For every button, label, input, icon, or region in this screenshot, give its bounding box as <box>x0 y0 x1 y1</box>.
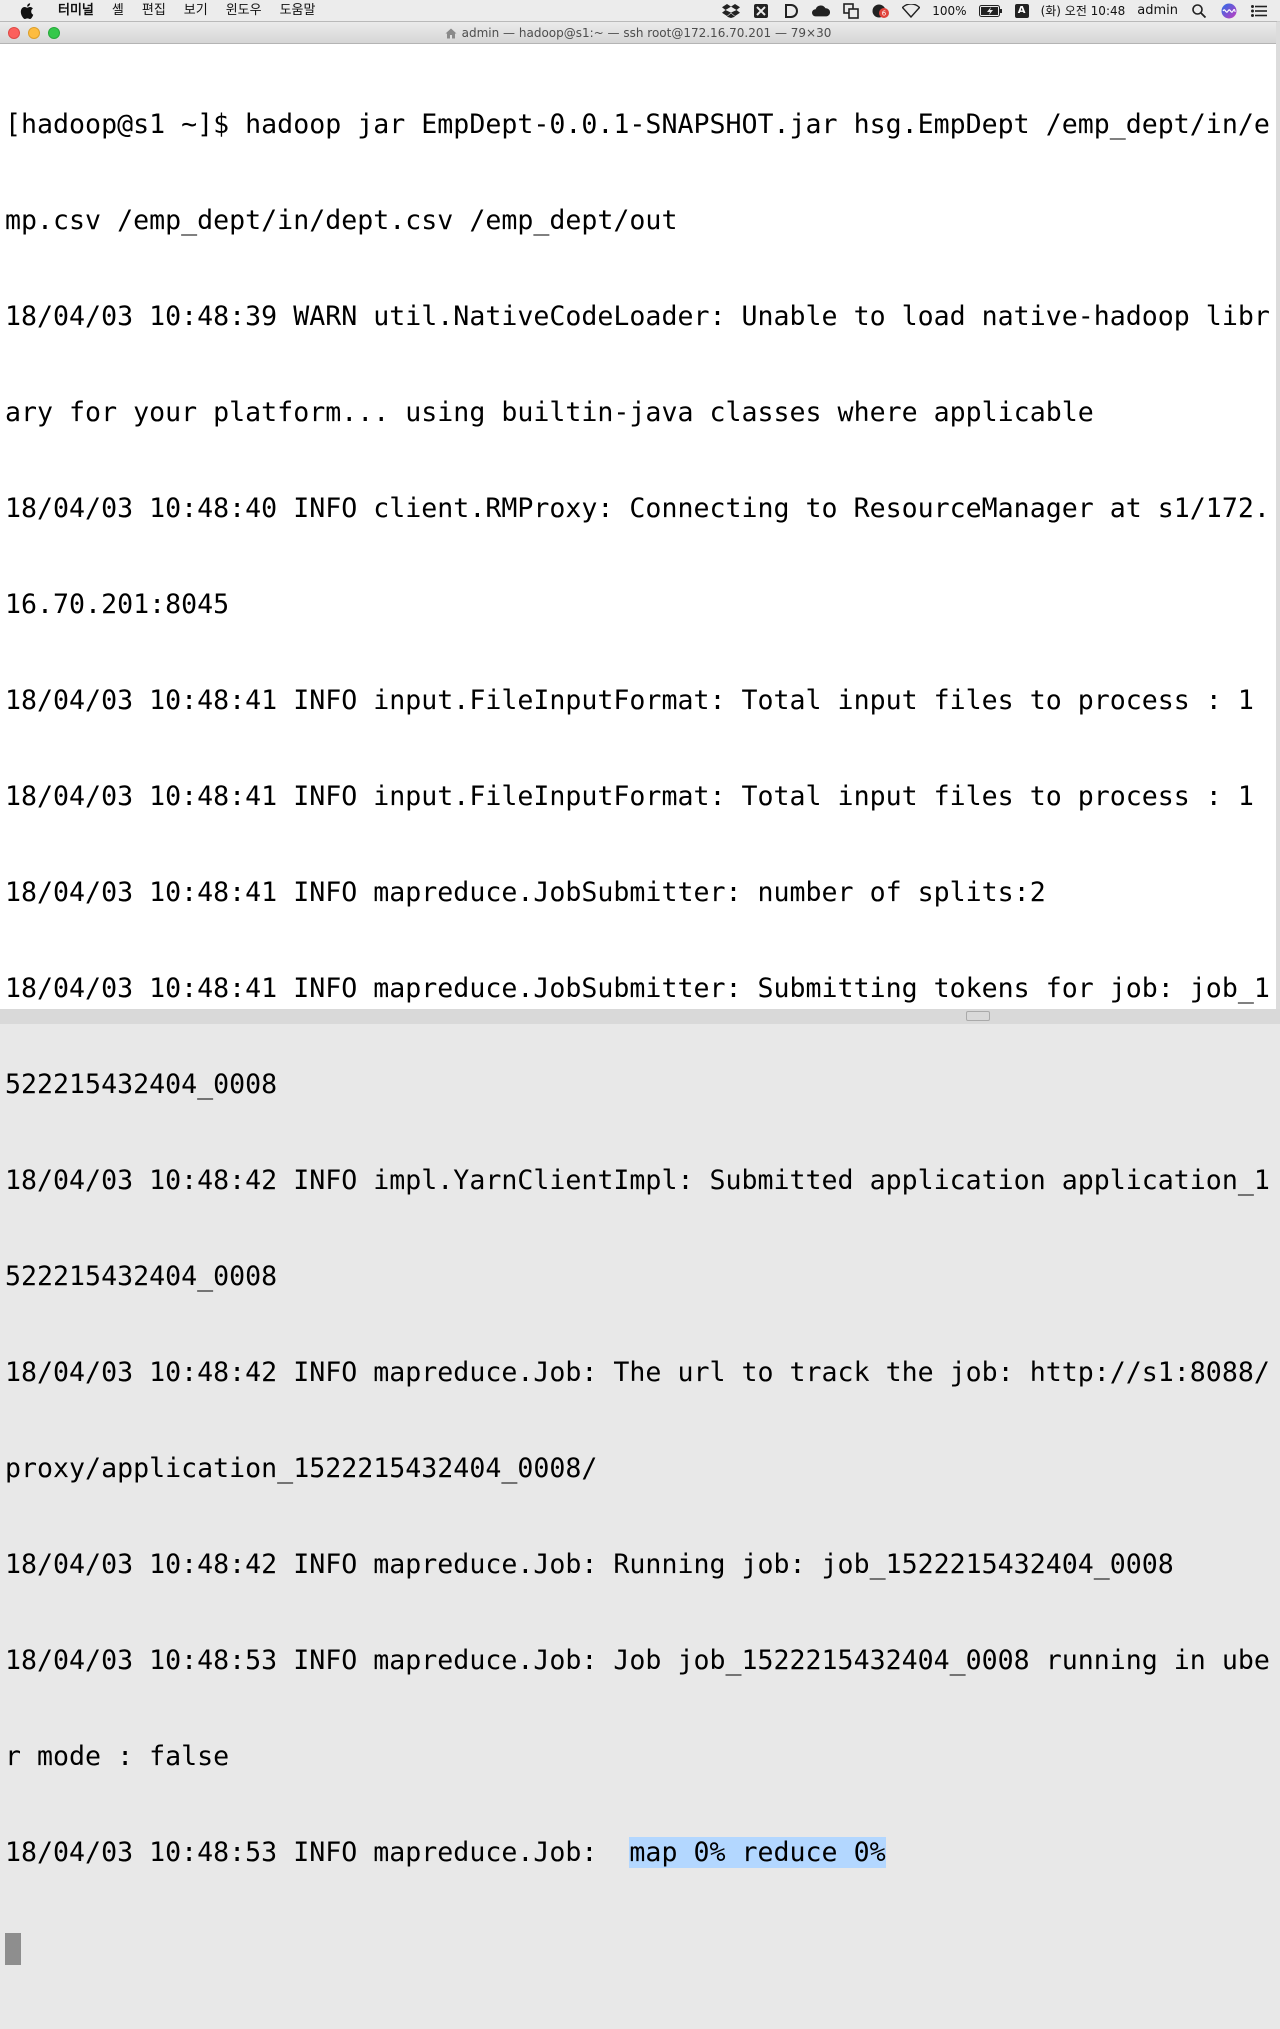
terminal-line: mp.csv /emp_dept/in/dept.csv /emp_dept/o… <box>5 205 678 236</box>
home-folder-icon <box>445 28 457 39</box>
battery-icon[interactable] <box>978 3 1003 19</box>
menubar-clock[interactable]: (화) 오전 10:48 <box>1041 2 1126 19</box>
terminal-line: 18/04/03 10:48:42 INFO mapreduce.Job: Th… <box>5 1357 1270 1388</box>
terminal-line: 522215432404_0008 <box>5 1261 278 1292</box>
terminal-line: [hadoop@s1 ~]$ hadoop jar EmpDept-0.0.1-… <box>5 109 1270 140</box>
terminal-window: admin — hadoop@s1:~ — ssh root@172.16.70… <box>0 22 1276 1965</box>
terminal-cursor <box>5 1933 21 1965</box>
terminal-line: 18/04/03 10:48:41 INFO mapreduce.JobSubm… <box>5 877 1046 908</box>
grid-icon[interactable] <box>752 3 770 19</box>
dropbox-icon[interactable] <box>722 3 741 19</box>
menu-app-terminal[interactable]: 터미널 <box>50 0 103 22</box>
terminal-line: 18/04/03 10:48:40 INFO client.RMProxy: C… <box>5 493 1270 524</box>
selected-text-highlight[interactable]: map 0% reduce 0% <box>629 1837 886 1868</box>
terminal-line: proxy/application_1522215432404_0008/ <box>5 1453 598 1484</box>
input-source-indicator[interactable]: A <box>1014 3 1029 18</box>
window-title-wrap: admin — hadoop@s1:~ — ssh root@172.16.70… <box>445 22 832 44</box>
minimize-button[interactable] <box>28 27 40 39</box>
terminal-line: 18/04/03 10:48:39 WARN util.NativeCodeLo… <box>5 301 1270 332</box>
menu-shell[interactable]: 셸 <box>103 0 133 22</box>
menu-window[interactable]: 윈도우 <box>217 0 271 22</box>
progress-prefix: 18/04/03 10:48:53 INFO mapreduce.Job: <box>5 1837 630 1868</box>
window-titlebar[interactable]: admin — hadoop@s1:~ — ssh root@172.16.70… <box>0 22 1276 44</box>
desktop-strip <box>0 1009 1280 1024</box>
desktop-item-icon[interactable] <box>966 1011 990 1021</box>
menubar-user[interactable]: admin <box>1137 3 1178 18</box>
terminal-output[interactable]: [hadoop@s1 ~]$ hadoop jar EmpDept-0.0.1-… <box>5 45 1271 2029</box>
svg-text:6: 6 <box>882 9 887 17</box>
spotlight-icon[interactable] <box>1190 3 1208 19</box>
terminal-line-progress: 18/04/03 10:48:53 INFO mapreduce.Job: ma… <box>5 1837 1271 1869</box>
list-icon[interactable] <box>1250 3 1268 19</box>
terminal-line: 18/04/03 10:48:41 INFO input.FileInputFo… <box>5 685 1254 716</box>
menu-view[interactable]: 보기 <box>175 0 217 22</box>
terminal-line: 18/04/03 10:48:41 INFO input.FileInputFo… <box>5 781 1254 812</box>
menu-edit[interactable]: 편집 <box>133 0 175 22</box>
terminal-prompt-line <box>5 1933 1271 1965</box>
d-icon[interactable] <box>782 3 800 19</box>
siri-icon[interactable] <box>1220 3 1238 19</box>
terminal-line: 18/04/03 10:48:42 INFO impl.YarnClientIm… <box>5 1165 1270 1196</box>
terminal-line: 522215432404_0008 <box>5 1069 278 1100</box>
terminal-line: ary for your platform... using builtin-j… <box>5 397 1094 428</box>
zoom-button[interactable] <box>48 27 60 39</box>
menu-bar: 터미널 셸 편집 보기 윈도우 도움말 6 100% A (화) 오전 10:4… <box>0 0 1280 22</box>
wifi-icon[interactable] <box>902 3 921 19</box>
terminal-line: 16.70.201:8045 <box>5 589 230 620</box>
terminal-line: 18/04/03 10:48:53 INFO mapreduce.Job: Jo… <box>5 1645 1270 1676</box>
terminal-line: r mode : false <box>5 1741 230 1772</box>
terminal-line: 18/04/03 10:48:41 INFO mapreduce.JobSubm… <box>5 973 1270 1004</box>
close-button[interactable] <box>8 27 20 39</box>
copy-icon[interactable] <box>842 2 860 19</box>
notification-icon[interactable]: 6 <box>872 3 890 19</box>
window-scrollbar[interactable] <box>1276 22 1280 1009</box>
apple-icon[interactable] <box>20 2 34 19</box>
traffic-lights <box>8 27 68 39</box>
menu-help[interactable]: 도움말 <box>271 0 325 22</box>
cloud-icon[interactable] <box>812 3 831 19</box>
battery-percentage[interactable]: 100% <box>932 4 966 18</box>
window-title: admin — hadoop@s1:~ — ssh root@172.16.70… <box>461 26 832 40</box>
terminal-line: 18/04/03 10:48:42 INFO mapreduce.Job: Ru… <box>5 1549 1174 1580</box>
